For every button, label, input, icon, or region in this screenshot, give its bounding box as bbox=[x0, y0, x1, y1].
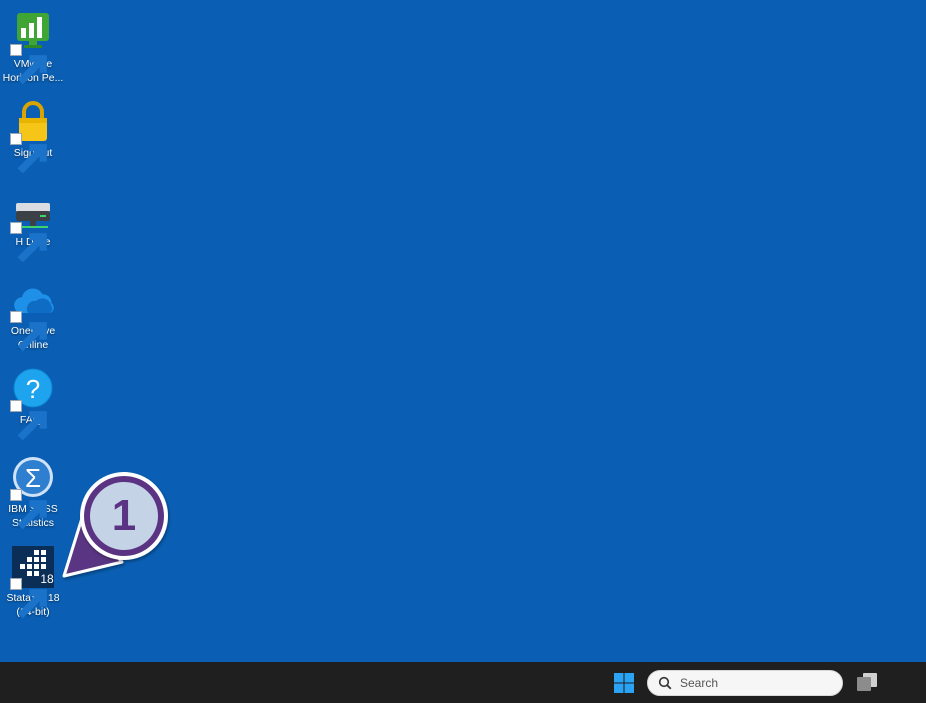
shortcut-arrow-icon bbox=[10, 311, 47, 352]
vmware-horizon-icon bbox=[10, 10, 56, 85]
stata-icon: 18 bbox=[10, 544, 56, 619]
shortcut-arrow-icon bbox=[10, 44, 47, 85]
shortcut-arrow-icon bbox=[10, 400, 47, 441]
svg-text:Σ: Σ bbox=[25, 463, 41, 493]
screen: VMware Horizon Pe... Sign out H Drive On… bbox=[0, 0, 926, 703]
search-icon bbox=[658, 676, 672, 690]
task-view-button[interactable] bbox=[855, 671, 879, 693]
onedrive-cloud-icon bbox=[10, 277, 56, 352]
desktop-icon-vmware-horizon[interactable]: VMware Horizon Pe... bbox=[2, 10, 64, 85]
desktop-icon-faqs[interactable]: ? FAQs bbox=[2, 366, 64, 441]
desktop[interactable]: VMware Horizon Pe... Sign out H Drive On… bbox=[0, 0, 926, 662]
desktop-icon-ibm-spss-statistics[interactable]: Σ IBM SPSS Statistics bbox=[2, 455, 64, 530]
desktop-icon-h-drive[interactable]: H Drive bbox=[2, 188, 64, 263]
desktop-icon-stataSE-18[interactable]: 18 StataSE 18 (64-bit) bbox=[2, 544, 64, 619]
spss-sigma-icon: Σ bbox=[10, 455, 56, 530]
windows-logo-icon bbox=[614, 673, 634, 693]
taskbar-search-box[interactable]: Search bbox=[647, 670, 843, 696]
question-mark-icon: ? bbox=[10, 366, 56, 441]
shortcut-arrow-icon bbox=[10, 489, 47, 530]
callout-number: 1 bbox=[111, 491, 137, 540]
lock-icon bbox=[10, 99, 56, 174]
desktop-icon-onedrive-online[interactable]: OneDrive Online bbox=[2, 277, 64, 352]
desktop-icon-sign-out[interactable]: Sign out bbox=[2, 99, 64, 174]
network-drive-icon bbox=[10, 188, 56, 263]
shortcut-arrow-icon bbox=[10, 222, 47, 263]
task-view-icon bbox=[857, 673, 877, 691]
search-placeholder: Search bbox=[680, 676, 719, 690]
shortcut-arrow-icon bbox=[10, 578, 47, 619]
svg-text:?: ? bbox=[26, 374, 40, 404]
start-button[interactable] bbox=[613, 672, 635, 694]
shortcut-arrow-icon bbox=[10, 133, 47, 174]
